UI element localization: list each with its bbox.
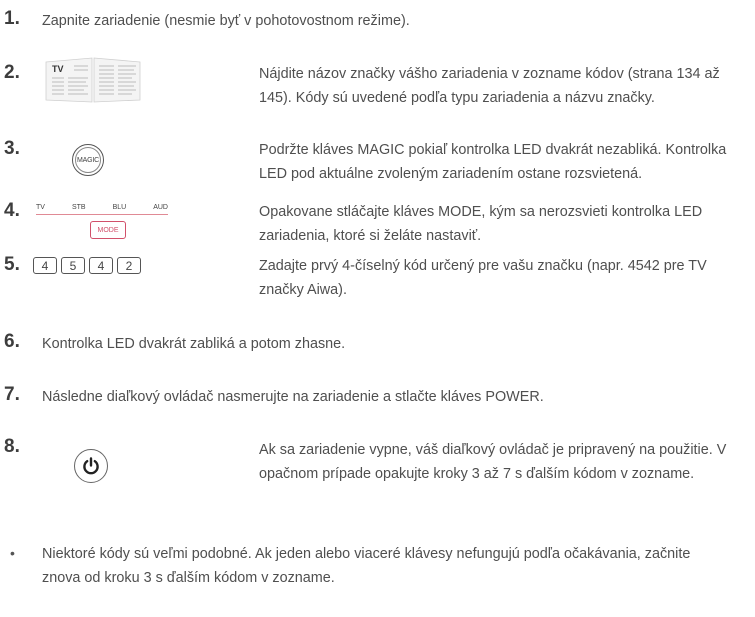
step-8: 8. Ak sa zariadenie vypne, váš diaľkový … xyxy=(0,436,755,492)
step-number: 7. xyxy=(4,384,20,405)
step-number: 2. xyxy=(4,62,20,83)
step-5: 5. 4 5 4 2 Zadajte prvý 4-číselný kód ur… xyxy=(0,254,755,304)
step-text: Zapnite zariadenie (nesmie byť v pohotov… xyxy=(42,13,410,29)
digit-key: 4 xyxy=(33,257,57,274)
step-text: Nájdite názov značky vášho zariadenia v … xyxy=(259,66,720,106)
device-label-aud: AUD xyxy=(153,204,168,211)
power-icon xyxy=(74,449,108,483)
step-4: 4. TV STB BLU AUD MODE Opakovane stláčaj… xyxy=(0,200,755,250)
note-text: Niektoré kódy sú veľmi podobné. Ak jeden… xyxy=(42,546,691,586)
step-6: 6. Kontrolka LED dvakrát zabliká a potom… xyxy=(0,331,755,357)
code-keys-image: 4 5 4 2 xyxy=(33,257,141,274)
step-3: 3. MAGIC Podržte kláves MAGIC pokiaľ kon… xyxy=(0,138,755,188)
step-number: 3. xyxy=(4,138,20,159)
digit-key: 5 xyxy=(61,257,85,274)
step-number: 6. xyxy=(4,331,20,352)
step-7: 7. Následne diaľkový ovládač nasmerujte … xyxy=(0,384,755,410)
bullet-point: • xyxy=(10,545,15,561)
digit-key: 2 xyxy=(117,257,141,274)
magic-button-label: MAGIC xyxy=(77,156,99,164)
step-text: Zadajte prvý 4-číselný kód určený pre va… xyxy=(259,258,707,298)
booklet-tv-label: TV xyxy=(52,64,64,74)
step-number: 5. xyxy=(4,254,20,275)
step-text: Následne diaľkový ovládač nasmerujte na … xyxy=(42,389,544,405)
digit-key: 4 xyxy=(89,257,113,274)
step-text: Kontrolka LED dvakrát zabliká a potom zh… xyxy=(42,336,346,352)
step-number: 8. xyxy=(4,436,20,457)
step-number: 1. xyxy=(4,8,20,29)
step-number: 4. xyxy=(4,200,20,221)
step-text: Opakovane stláčajte kláves MODE, kým sa … xyxy=(259,204,703,244)
device-label-stb: STB xyxy=(71,204,86,211)
step-text: Podržte kláves MAGIC pokiaľ kontrolka LE… xyxy=(259,142,727,182)
step-2: 2. TV Nájdite názov značky vášho zariade… xyxy=(0,57,755,112)
magic-button-icon: MAGIC xyxy=(72,144,104,176)
mode-button-icon: MODE xyxy=(90,221,126,239)
device-led-line xyxy=(36,214,168,215)
mode-selector-image: TV STB BLU AUD MODE xyxy=(36,204,168,246)
code-list-booklet-image: TV xyxy=(45,57,141,103)
step-1: 1. Zapnite zariadenie (nesmie byť v poho… xyxy=(0,8,755,34)
step-text: Ak sa zariadenie vypne, váš diaľkový ovl… xyxy=(259,442,727,482)
device-label-tv: TV xyxy=(36,204,45,211)
power-symbol-icon xyxy=(83,457,99,475)
device-label-blu: BLU xyxy=(112,204,127,211)
note: • Niektoré kódy sú veľmi podobné. Ak jed… xyxy=(0,542,755,602)
